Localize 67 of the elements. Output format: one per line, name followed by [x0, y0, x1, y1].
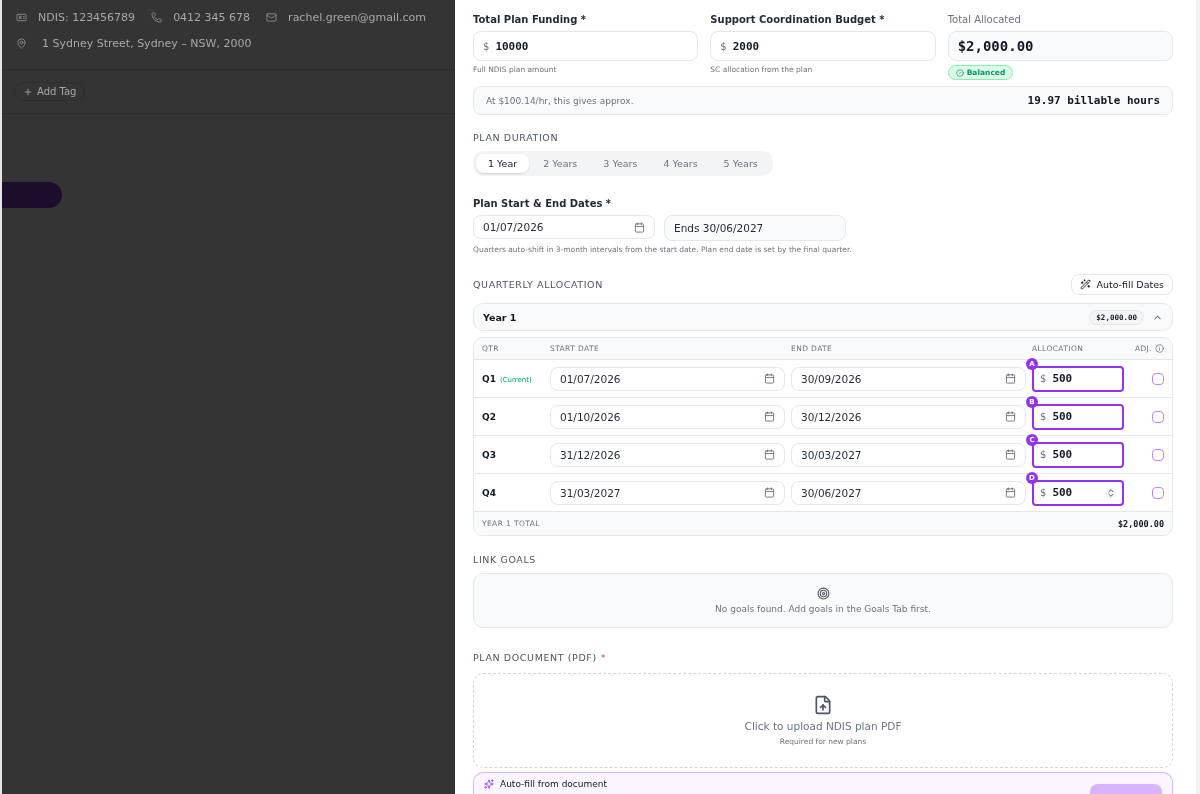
start-date-field[interactable]: 01/10/2026 — [550, 404, 785, 429]
calendar-icon[interactable] — [1005, 449, 1016, 460]
contact-text: 0412 345 678 — [173, 10, 251, 24]
section-heading: PLAN DURATION — [473, 132, 560, 143]
end-date-field: Ends 30/06/2027 — [664, 215, 846, 241]
rate-text: At $100.14/hr, this gives approx. — [486, 95, 634, 106]
calendar-icon[interactable] — [764, 411, 775, 422]
total-value: $2,000.00 — [1117, 518, 1164, 529]
field-label: Total Allocated — [947, 14, 1022, 25]
contact-text: NDIS: 123456789 — [38, 10, 136, 24]
file-upload-icon — [813, 695, 833, 715]
calendar-icon[interactable] — [1005, 487, 1016, 498]
allocation-field[interactable]: $ 500 — [1032, 365, 1124, 392]
field-label: Total Plan Funding * — [473, 14, 588, 25]
calendar-icon[interactable] — [764, 449, 775, 460]
calendar-icon[interactable] — [1005, 373, 1016, 384]
field-label: Plan Start & End Dates * — [473, 198, 613, 209]
start-date-field[interactable]: 31/12/2026 — [550, 442, 785, 467]
adjust-checkbox[interactable] — [1152, 372, 1164, 385]
calendar-icon[interactable] — [634, 221, 645, 233]
duration-option[interactable]: 5 Years — [711, 154, 770, 173]
allocation-field[interactable]: $ 500 — [1032, 403, 1124, 430]
end-date-field[interactable]: 30/06/2027 — [791, 480, 1026, 505]
duration-option[interactable]: 4 Years — [651, 154, 710, 173]
auto-fill-dates-button[interactable]: Auto-fill Dates — [1071, 274, 1173, 295]
end-date-field[interactable]: 30/12/2026 — [791, 404, 1026, 429]
calendar-icon[interactable] — [1005, 411, 1016, 422]
adjust-checkbox[interactable] — [1152, 410, 1164, 423]
magic-wand-icon — [1080, 279, 1092, 290]
contact-text: rachel.green@gmail.com — [288, 10, 427, 24]
info-icon[interactable] — [1155, 344, 1164, 353]
total-allocated-field: $2,000.00 — [947, 31, 1173, 61]
section-heading: LINK GOALS — [473, 554, 537, 565]
target-icon — [816, 587, 830, 600]
address-text: 1 Sydney Street, Sydney – NSW, 2000 — [42, 36, 252, 50]
quarter-label: Q4 — [482, 487, 496, 498]
duration-option[interactable]: 3 Years — [591, 154, 650, 173]
adjust-checkbox[interactable] — [1152, 448, 1164, 461]
allocation-field[interactable]: $ 500 — [1032, 479, 1124, 506]
calendar-icon[interactable] — [764, 487, 775, 498]
quarter-label: Q2 — [482, 411, 496, 422]
field-label: Support Coordination Budget * — [710, 14, 886, 25]
section-heading: QUARTERLY ALLOCATION — [473, 279, 603, 290]
start-date-field[interactable]: 31/03/2027 — [550, 480, 785, 505]
calendar-icon[interactable] — [764, 373, 775, 384]
empty-message: No goals found. Add goals in the Goals Tab first. — [715, 604, 931, 614]
duration-option[interactable]: 2 Years — [531, 154, 590, 173]
start-date-field[interactable]: 01/07/2026 — [473, 215, 655, 239]
required-mark: * — [600, 652, 606, 663]
allocation-field[interactable]: $ 500 — [1032, 441, 1124, 468]
end-date-field[interactable]: 30/03/2027 — [791, 442, 1026, 467]
upload-text: Click to upload NDIS plan PDF — [744, 720, 902, 732]
auto-fill-label: Auto-fill from document — [500, 778, 609, 789]
quarter-label: Q1 — [482, 373, 496, 384]
adjust-checkbox[interactable] — [1152, 486, 1164, 499]
end-date-field[interactable]: 30/09/2026 — [791, 366, 1026, 391]
section-heading: PLAN DOCUMENT (PDF) — [473, 652, 597, 663]
billable-hours: 19.97 billable hours — [1027, 94, 1160, 107]
duration-option[interactable]: 1 Year — [476, 154, 530, 173]
stepper-icon[interactable] — [1106, 487, 1116, 498]
amount-field[interactable]: $ 10000 — [473, 31, 699, 61]
start-date-field[interactable]: 01/07/2026 — [550, 366, 785, 391]
quarter-label: Q3 — [482, 449, 496, 460]
plus-icon — [23, 86, 33, 97]
pill-shape — [2, 182, 62, 208]
amount-field[interactable]: $ 2000 — [710, 31, 936, 61]
sparkles-icon — [484, 778, 494, 789]
